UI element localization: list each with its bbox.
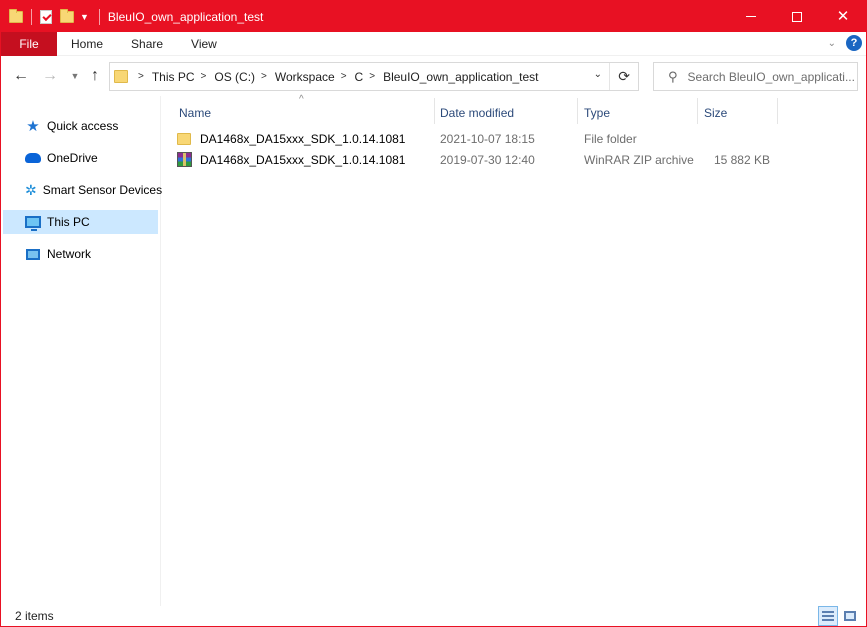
tab-file[interactable]: File xyxy=(1,31,57,56)
forward-arrow-icon[interactable]: → xyxy=(42,67,58,84)
breadcrumb-os-c[interactable]: OS (C:) xyxy=(214,70,255,84)
cloud-icon xyxy=(25,150,41,166)
view-switcher xyxy=(816,606,860,626)
details-view-button[interactable] xyxy=(818,606,838,626)
tab-share[interactable]: Share xyxy=(117,32,177,56)
sidebar-item-label: Quick access xyxy=(47,119,119,133)
folder-icon xyxy=(114,70,128,83)
navigation-pane: ★ Quick access OneDrive ✲ Smart Sensor D… xyxy=(1,96,162,606)
sidebar-item-quick-access[interactable]: ★ Quick access xyxy=(3,114,158,138)
column-divider[interactable] xyxy=(777,98,778,124)
maximize-icon xyxy=(792,11,802,22)
search-icon: ⚲ xyxy=(668,68,678,84)
file-name: DA1468x_DA15xxx_SDK_1.0.14.1081 xyxy=(200,132,406,146)
folder-icon xyxy=(177,131,193,147)
properties-icon[interactable] xyxy=(40,9,54,24)
breadcrumb-separator-icon[interactable]: > xyxy=(261,71,267,82)
zip-archive-icon xyxy=(177,152,193,168)
computer-icon xyxy=(25,214,41,231)
window-controls: ✕ xyxy=(728,1,866,32)
address-divider xyxy=(609,63,610,90)
sidebar-item-onedrive[interactable]: OneDrive xyxy=(3,146,158,170)
breadcrumb-this-pc[interactable]: This PC xyxy=(152,70,195,84)
ribbon-tabs: File Home Share View ⌄ ? xyxy=(1,31,866,56)
expand-ribbon-icon[interactable]: ⌄ xyxy=(828,38,836,49)
file-name-cell: DA1468x_DA15xxx_SDK_1.0.14.1081 xyxy=(177,150,405,170)
recent-locations-icon[interactable]: ▼ xyxy=(67,68,83,84)
breadcrumb-separator-icon[interactable]: > xyxy=(138,71,144,82)
sensor-icon: ✲ xyxy=(25,181,37,198)
sidebar-item-smart-sensor-devices[interactable]: ✲ Smart Sensor Devices xyxy=(3,178,162,202)
column-header-type[interactable]: Type xyxy=(584,102,610,124)
star-icon: ★ xyxy=(26,118,40,135)
date-modified-cell: 2019-07-30 12:40 xyxy=(440,153,535,167)
refresh-icon[interactable]: ⟳ xyxy=(618,68,630,85)
item-count: 2 items xyxy=(15,609,54,623)
sidebar-item-label: Smart Sensor Devices xyxy=(42,183,163,197)
customize-toolbar-icon[interactable]: ▼ xyxy=(80,12,89,22)
column-divider[interactable] xyxy=(697,98,698,124)
column-header-date-modified[interactable]: Date modified xyxy=(440,102,514,124)
file-list: ^ Name Date modified Type Size DA1468x_D… xyxy=(163,94,866,606)
type-cell: WinRAR ZIP archive xyxy=(584,153,694,167)
tab-home[interactable]: Home xyxy=(57,32,117,56)
ribbon-right-controls: ⌄ ? xyxy=(828,35,862,51)
file-name-cell: DA1468x_DA15xxx_SDK_1.0.14.1081 xyxy=(177,129,405,149)
toolbar-divider xyxy=(98,8,100,25)
breadcrumb-separator-icon[interactable]: > xyxy=(201,71,207,82)
file-name: DA1468x_DA15xxx_SDK_1.0.14.1081 xyxy=(200,153,406,167)
status-bar: 2 items xyxy=(1,606,866,626)
type-cell: File folder xyxy=(584,132,637,146)
column-header-size[interactable]: Size xyxy=(704,102,727,124)
close-button[interactable]: ✕ xyxy=(820,1,866,32)
table-row[interactable]: DA1468x_DA15xxx_SDK_1.0.14.1081 2019-07-… xyxy=(177,150,777,170)
close-icon: ✕ xyxy=(836,8,850,25)
size-cell xyxy=(697,129,770,149)
address-bar[interactable]: > This PC > OS (C:) > Workspace > C > Bl… xyxy=(109,62,639,91)
quick-access-toolbar: ▼ xyxy=(1,1,108,32)
toolbar-divider xyxy=(31,8,32,25)
details-view-icon xyxy=(822,611,834,621)
sidebar-item-network[interactable]: Network xyxy=(3,242,158,266)
breadcrumb-separator-icon[interactable]: > xyxy=(369,71,375,82)
sort-ascending-icon: ^ xyxy=(299,94,304,105)
help-icon[interactable]: ? xyxy=(846,35,862,51)
breadcrumb-current-folder[interactable]: BleuIO_own_application_test xyxy=(383,70,538,84)
minimize-button[interactable] xyxy=(728,1,774,32)
maximize-button[interactable] xyxy=(774,1,820,32)
sidebar-item-label: This PC xyxy=(47,215,90,229)
breadcrumb-separator-icon[interactable]: > xyxy=(341,71,347,82)
breadcrumb-c[interactable]: C xyxy=(355,70,364,84)
search-input[interactable]: Search BleuIO_own_applicati... xyxy=(688,70,855,84)
column-divider[interactable] xyxy=(434,98,435,124)
table-row[interactable]: DA1468x_DA15xxx_SDK_1.0.14.1081 2021-10-… xyxy=(177,129,777,149)
title-bar: ▼ BleuIO_own_application_test ✕ xyxy=(1,1,866,32)
search-box[interactable]: ⚲ Search BleuIO_own_applicati... xyxy=(653,62,858,91)
date-modified-cell: 2021-10-07 18:15 xyxy=(440,132,535,146)
network-icon xyxy=(25,246,41,262)
explorer-window: ▼ BleuIO_own_application_test ✕ File Hom… xyxy=(0,0,867,627)
large-icons-view-icon xyxy=(844,611,856,621)
tab-view[interactable]: View xyxy=(177,32,231,56)
sidebar-item-this-pc[interactable]: This PC xyxy=(3,210,158,234)
navigation-bar: ← → ▼ ↑ > This PC > OS (C:) > Workspace … xyxy=(1,56,866,96)
up-arrow-icon[interactable]: ↑ xyxy=(87,67,103,84)
address-history-dropdown-icon[interactable]: ⌄ xyxy=(594,69,602,80)
breadcrumb-workspace[interactable]: Workspace xyxy=(275,70,335,84)
back-arrow-icon[interactable]: ← xyxy=(13,67,29,84)
column-divider[interactable] xyxy=(577,98,578,124)
minimize-icon xyxy=(746,16,756,17)
sidebar-item-label: Network xyxy=(47,247,92,261)
window-title: BleuIO_own_application_test xyxy=(107,9,264,24)
column-header-name[interactable]: Name xyxy=(179,102,211,124)
size-cell: 15 882 KB xyxy=(713,153,770,167)
sidebar-item-label: OneDrive xyxy=(47,151,98,165)
large-icons-view-button[interactable] xyxy=(840,606,860,626)
new-folder-icon[interactable] xyxy=(60,8,74,24)
folder-icon xyxy=(9,8,23,24)
